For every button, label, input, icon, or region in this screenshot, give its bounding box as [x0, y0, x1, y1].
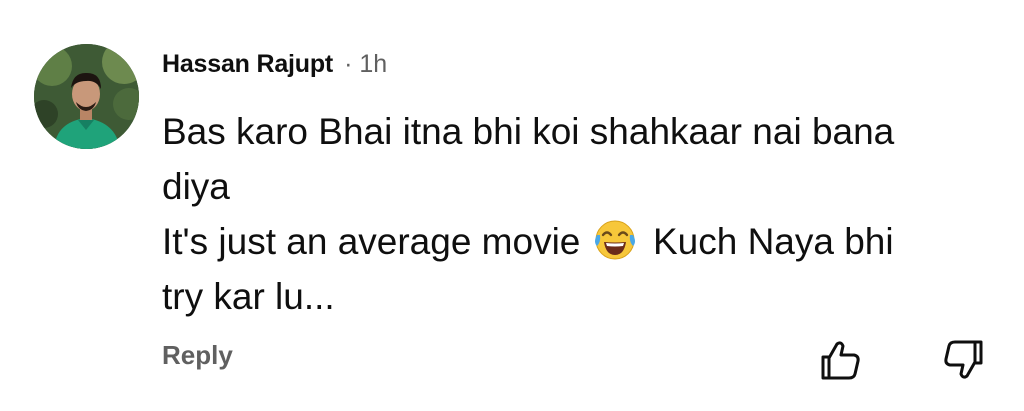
- author-name[interactable]: Hassan Rajupt: [162, 50, 333, 79]
- comment-line-part: It's just an average movie: [162, 221, 581, 262]
- like-button[interactable]: [816, 336, 864, 384]
- dislike-button[interactable]: [940, 336, 988, 384]
- comment-line: try kar lu...: [162, 276, 335, 317]
- comment-line-with-emoji: It's just an average movie Kuch Naya bhi: [162, 214, 1002, 269]
- comment-line: diya: [162, 166, 230, 207]
- comment-timestamp[interactable]: 1h: [359, 50, 387, 79]
- thumbs-down-icon: [944, 340, 983, 379]
- meta-separator: ·: [344, 50, 353, 78]
- comment-line-part: Kuch Naya bhi: [652, 221, 894, 262]
- reply-button[interactable]: Reply: [162, 340, 233, 371]
- face-with-tears-of-joy-icon: [594, 220, 635, 260]
- comment-line: Bas karo Bhai itna bhi koi shahkaar nai …: [162, 111, 895, 152]
- thumbs-up-icon: [821, 341, 860, 380]
- avatar[interactable]: [34, 44, 139, 149]
- comment-text: Bas karo Bhai itna bhi koi shahkaar nai …: [162, 104, 1002, 324]
- comment-thread-item: Hassan Rajupt · 1h Bas karo Bhai itna bh…: [0, 0, 1024, 411]
- comment-header: Hassan Rajupt · 1h: [162, 50, 387, 82]
- avatar-image: [34, 44, 139, 149]
